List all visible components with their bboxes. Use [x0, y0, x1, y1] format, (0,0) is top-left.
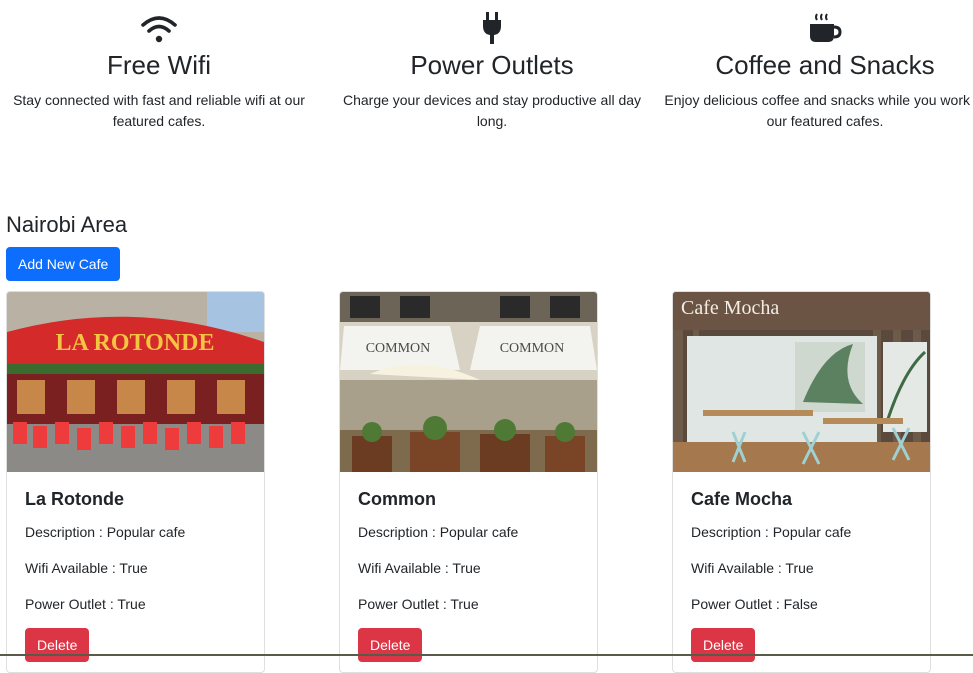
feature-power-outlets: Power Outlets Charge your devices and st… [327, 0, 657, 132]
cafe-description: Description : Popular cafe [358, 524, 519, 540]
feature-text: Charge your devices and stay productive … [342, 92, 642, 129]
cafe-power: Power Outlet : True [358, 596, 479, 612]
delete-button[interactable]: Delete [358, 628, 423, 662]
coffee-cup-icon [660, 0, 973, 44]
cafe-name: Common [358, 489, 436, 509]
cafe-card: LA ROTONDE La Rotonde Description : Popu… [6, 291, 265, 673]
cafe-name: La Rotonde [25, 489, 124, 509]
feature-title: Power Outlets [410, 50, 574, 80]
cafe-card: COMMON COMMON Common Description : Popul… [339, 291, 598, 673]
cafe-image: Cafe Mocha [673, 292, 930, 472]
feature-text: Enjoy delicious coffee and snacks while … [664, 92, 973, 129]
cafe-description: Description : Popular cafe [25, 524, 186, 540]
cafe-power: Power Outlet : False [691, 596, 818, 612]
cafe-description: Description : Popular cafe [691, 524, 852, 540]
delete-button[interactable]: Delete [25, 628, 90, 662]
cafe-power: Power Outlet : True [25, 596, 146, 612]
cafe-card: Cafe Mocha Cafe Mocha Description : Popu… [672, 291, 931, 673]
feature-coffee-snacks: Coffee and Snacks Enjoy delicious coffee… [660, 0, 973, 132]
plug-icon [327, 0, 657, 44]
feature-text: Stay connected with fast and reliable wi… [13, 92, 305, 129]
feature-free-wifi: Free Wifi Stay connected with fast and r… [0, 0, 324, 132]
cafe-wifi: Wifi Available : True [691, 560, 814, 576]
cafe-image: COMMON COMMON [340, 292, 597, 472]
delete-button[interactable]: Delete [691, 628, 756, 662]
features-section: Free Wifi Stay connected with fast and r… [0, 0, 973, 140]
svg-text:COMMON: COMMON [500, 341, 565, 356]
feature-title: Coffee and Snacks [715, 50, 935, 80]
add-new-cafe-button[interactable]: Add New Cafe [6, 247, 121, 281]
cafe-sign-text: Cafe Mocha [681, 297, 779, 319]
wifi-icon [0, 0, 324, 44]
cafe-image: LA ROTONDE [7, 292, 264, 472]
cafe-wifi: Wifi Available : True [358, 560, 481, 576]
cafe-sign-text: LA ROTONDE [56, 330, 215, 356]
feature-title: Free Wifi [107, 50, 211, 80]
cafe-name: Cafe Mocha [691, 489, 793, 509]
section-title: Nairobi Area [6, 212, 128, 237]
cafe-wifi: Wifi Available : True [25, 560, 148, 576]
cafe-sign-text: COMMON [366, 341, 431, 356]
